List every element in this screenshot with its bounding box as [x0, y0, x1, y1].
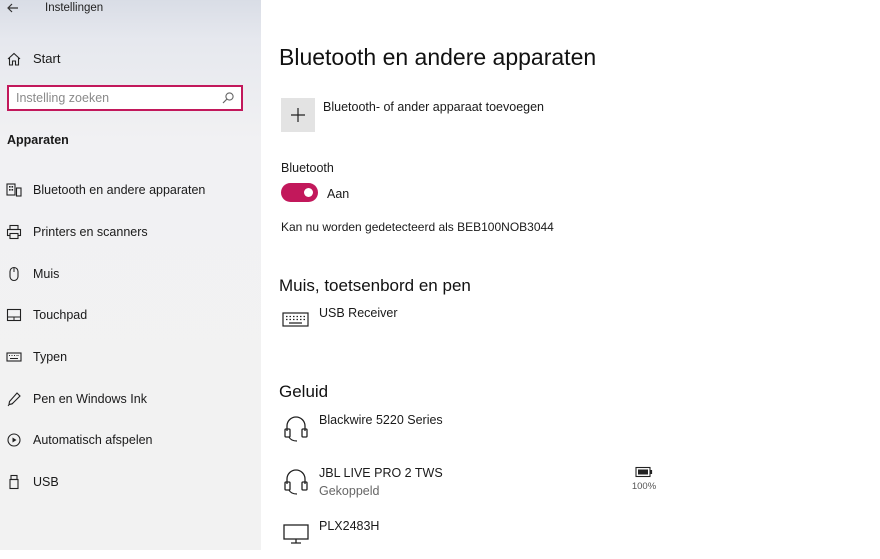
- headset-icon: [281, 466, 311, 496]
- sidebar-item-label: Automatisch afspelen: [33, 433, 153, 447]
- sidebar-item-label: Pen en Windows Ink: [33, 392, 147, 406]
- sidebar-item-usb[interactable]: USB: [0, 468, 261, 498]
- search-input[interactable]: [16, 90, 216, 106]
- monitor-icon: [281, 519, 311, 549]
- main-content: Bluetooth en andere apparaten Bluetooth-…: [261, 0, 880, 550]
- pen-icon: [6, 391, 22, 407]
- back-arrow-icon[interactable]: [4, 0, 24, 18]
- battery-icon: [635, 465, 653, 478]
- sidebar-home-label: Start: [33, 51, 61, 66]
- keyboard-icon: [6, 349, 22, 365]
- home-icon: [6, 51, 22, 67]
- device-name: USB Receiver: [319, 306, 398, 320]
- printer-icon: [6, 224, 22, 240]
- sidebar-item-pen[interactable]: Pen en Windows Ink: [0, 385, 261, 415]
- page-title: Bluetooth en andere apparaten: [279, 44, 597, 70]
- sidebar-item-label: Printers en scanners: [33, 225, 148, 239]
- sidebar-item-label: Bluetooth en andere apparaten: [33, 183, 206, 197]
- search-icon[interactable]: [221, 91, 235, 105]
- usb-icon: [6, 474, 22, 490]
- autoplay-icon: [6, 432, 22, 448]
- plus-icon[interactable]: [281, 98, 315, 132]
- bluetooth-devices-icon: [6, 182, 22, 198]
- touchpad-icon: [6, 307, 22, 323]
- device-blackwire[interactable]: Blackwire 5220 Series: [281, 413, 681, 453]
- sidebar-item-autoplay[interactable]: Automatisch afspelen: [0, 426, 261, 456]
- sidebar: Instellingen Start Apparaten Bluetooth e…: [0, 0, 261, 550]
- device-name: JBL LIVE PRO 2 TWS: [319, 466, 443, 480]
- sidebar-item-bluetooth[interactable]: Bluetooth en andere apparaten: [0, 176, 261, 206]
- mouse-icon: [6, 266, 22, 282]
- device-status: Gekoppeld: [319, 484, 380, 498]
- bluetooth-label: Bluetooth: [281, 161, 334, 175]
- device-usb-receiver[interactable]: USB Receiver: [281, 306, 681, 346]
- window-title: Instellingen: [45, 2, 104, 14]
- toggle-knob: [304, 188, 313, 197]
- bluetooth-toggle[interactable]: [281, 183, 318, 202]
- keyboard-icon: [281, 306, 311, 336]
- sidebar-home[interactable]: Start: [0, 47, 261, 71]
- bluetooth-state-label: Aan: [327, 187, 350, 201]
- add-device-button[interactable]: Bluetooth- of ander apparaat toevoegen: [281, 98, 641, 134]
- sidebar-item-touchpad[interactable]: Touchpad: [0, 301, 261, 331]
- group-title-input-devices: Muis, toetsenbord en pen: [279, 276, 471, 295]
- device-plx2483h[interactable]: PLX2483H: [281, 519, 681, 559]
- headset-icon: [281, 413, 311, 443]
- group-title-audio: Geluid: [279, 382, 329, 401]
- sidebar-item-label: Touchpad: [33, 308, 88, 322]
- sidebar-item-printers[interactable]: Printers en scanners: [0, 218, 261, 248]
- device-jbl[interactable]: JBL LIVE PRO 2 TWS Gekoppeld: [281, 466, 681, 506]
- sidebar-section-heading: Apparaten: [7, 133, 69, 147]
- search-box[interactable]: [7, 85, 243, 111]
- sidebar-item-label: Typen: [33, 350, 68, 364]
- sidebar-item-label: Muis: [33, 267, 60, 281]
- discoverable-text: Kan nu worden gedetecteerd als BEB100NOB…: [281, 220, 554, 234]
- battery-indicator: 100%: [624, 465, 664, 499]
- device-name: PLX2483H: [319, 519, 380, 533]
- sidebar-item-mouse[interactable]: Muis: [0, 260, 261, 290]
- device-name: Blackwire 5220 Series: [319, 413, 443, 427]
- add-device-label[interactable]: Bluetooth- of ander apparaat toevoegen: [323, 100, 544, 114]
- sidebar-item-typing[interactable]: Typen: [0, 343, 261, 373]
- battery-percentage: 100%: [631, 481, 657, 492]
- sidebar-item-label: USB: [33, 475, 59, 489]
